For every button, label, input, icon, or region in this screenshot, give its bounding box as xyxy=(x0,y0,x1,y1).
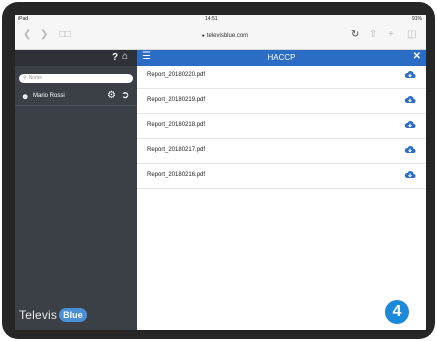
cloud-download-icon[interactable] xyxy=(404,69,416,81)
close-icon[interactable]: ✕ xyxy=(413,51,421,62)
plus-icon[interactable]: + xyxy=(388,29,394,41)
search-placeholder: Nome xyxy=(28,75,43,81)
address-bar[interactable]: ● televisblue.com xyxy=(170,30,280,42)
bookmarks-icon[interactable]: □□ xyxy=(59,29,71,41)
status-battery: 91% xyxy=(411,16,422,22)
back-icon[interactable]: ❮ xyxy=(23,29,31,41)
file-name[interactable]: Report_20180218.pdf xyxy=(147,122,205,128)
logo-text: Televis xyxy=(19,307,58,322)
file-row[interactable]: Report_20180217.pdf xyxy=(137,141,426,164)
file-list: Report_20180220.pdf Report_20180219.pdf xyxy=(137,66,426,191)
televisblue-logo: Televis Blue xyxy=(19,306,87,322)
file-name[interactable]: Report_20180217.pdf xyxy=(147,147,205,153)
main-header: ☰ HACCP ✕ xyxy=(137,50,426,66)
main-panel: ☰ HACCP ✕ Report_20180220.pdf Report_201… xyxy=(137,50,426,330)
page-title: HACCP xyxy=(267,53,296,62)
file-row[interactable]: Report_20180220.pdf xyxy=(137,66,426,89)
file-name[interactable]: Report_20180220.pdf xyxy=(147,72,205,78)
user-icon: ☻ xyxy=(21,92,30,101)
file-row[interactable]: Report_20180219.pdf xyxy=(137,91,426,114)
cloud-download-icon[interactable] xyxy=(404,169,416,181)
search-input[interactable]: ⚲ Nome xyxy=(19,74,133,83)
file-row[interactable]: Report_20180216.pdf xyxy=(137,166,426,189)
tablet-frame: iPad 14:51 91% ❮ ❯ □□ ● televisblue.com ↻… xyxy=(2,2,435,339)
forward-icon[interactable]: ❯ xyxy=(40,29,48,41)
cloud-download-icon[interactable] xyxy=(404,119,416,131)
sidebar-header: ? ⌂ xyxy=(15,50,137,66)
tabs-icon[interactable]: ◫ xyxy=(407,29,416,41)
logo-pill: Blue xyxy=(59,307,87,322)
lock-icon: ● xyxy=(201,33,205,39)
home-icon[interactable]: ⌂ xyxy=(122,51,128,62)
reload-icon[interactable]: ↻ xyxy=(351,29,359,41)
help-button[interactable]: ? xyxy=(112,52,118,63)
logout-icon[interactable]: ➲ xyxy=(121,90,129,101)
step-badge: 4 xyxy=(385,300,409,324)
cloud-download-icon[interactable] xyxy=(404,144,416,156)
file-name[interactable]: Report_20180216.pdf xyxy=(147,172,205,178)
user-row[interactable]: ☻ Mario Rossi ⚙ ➲ xyxy=(15,89,137,106)
sidebar: ? ⌂ ⚲ Nome ☻ Mario Rossi ⚙ ➲ Televis Blue xyxy=(15,50,137,330)
status-carrier: iPad xyxy=(18,16,29,22)
browser-toolbar: ❮ ❯ □□ ● televisblue.com ↻ ⇧ + ◫ xyxy=(15,23,426,50)
url-text: televisblue.com xyxy=(206,33,249,39)
status-time: 14:51 xyxy=(205,16,218,22)
user-name: Mario Rossi xyxy=(33,93,65,99)
search-icon: ⚲ xyxy=(23,75,27,81)
file-name[interactable]: Report_20180219.pdf xyxy=(147,97,205,103)
gear-icon[interactable]: ⚙ xyxy=(107,90,116,101)
app: ? ⌂ ⚲ Nome ☻ Mario Rossi ⚙ ➲ Televis Blue xyxy=(15,50,426,330)
file-row[interactable]: Report_20180218.pdf xyxy=(137,116,426,139)
status-bar: iPad 14:51 91% xyxy=(15,15,426,23)
cloud-download-icon[interactable] xyxy=(404,94,416,106)
share-icon[interactable]: ⇧ xyxy=(369,29,377,41)
screen: iPad 14:51 91% ❮ ❯ □□ ● televisblue.com ↻… xyxy=(15,15,426,330)
